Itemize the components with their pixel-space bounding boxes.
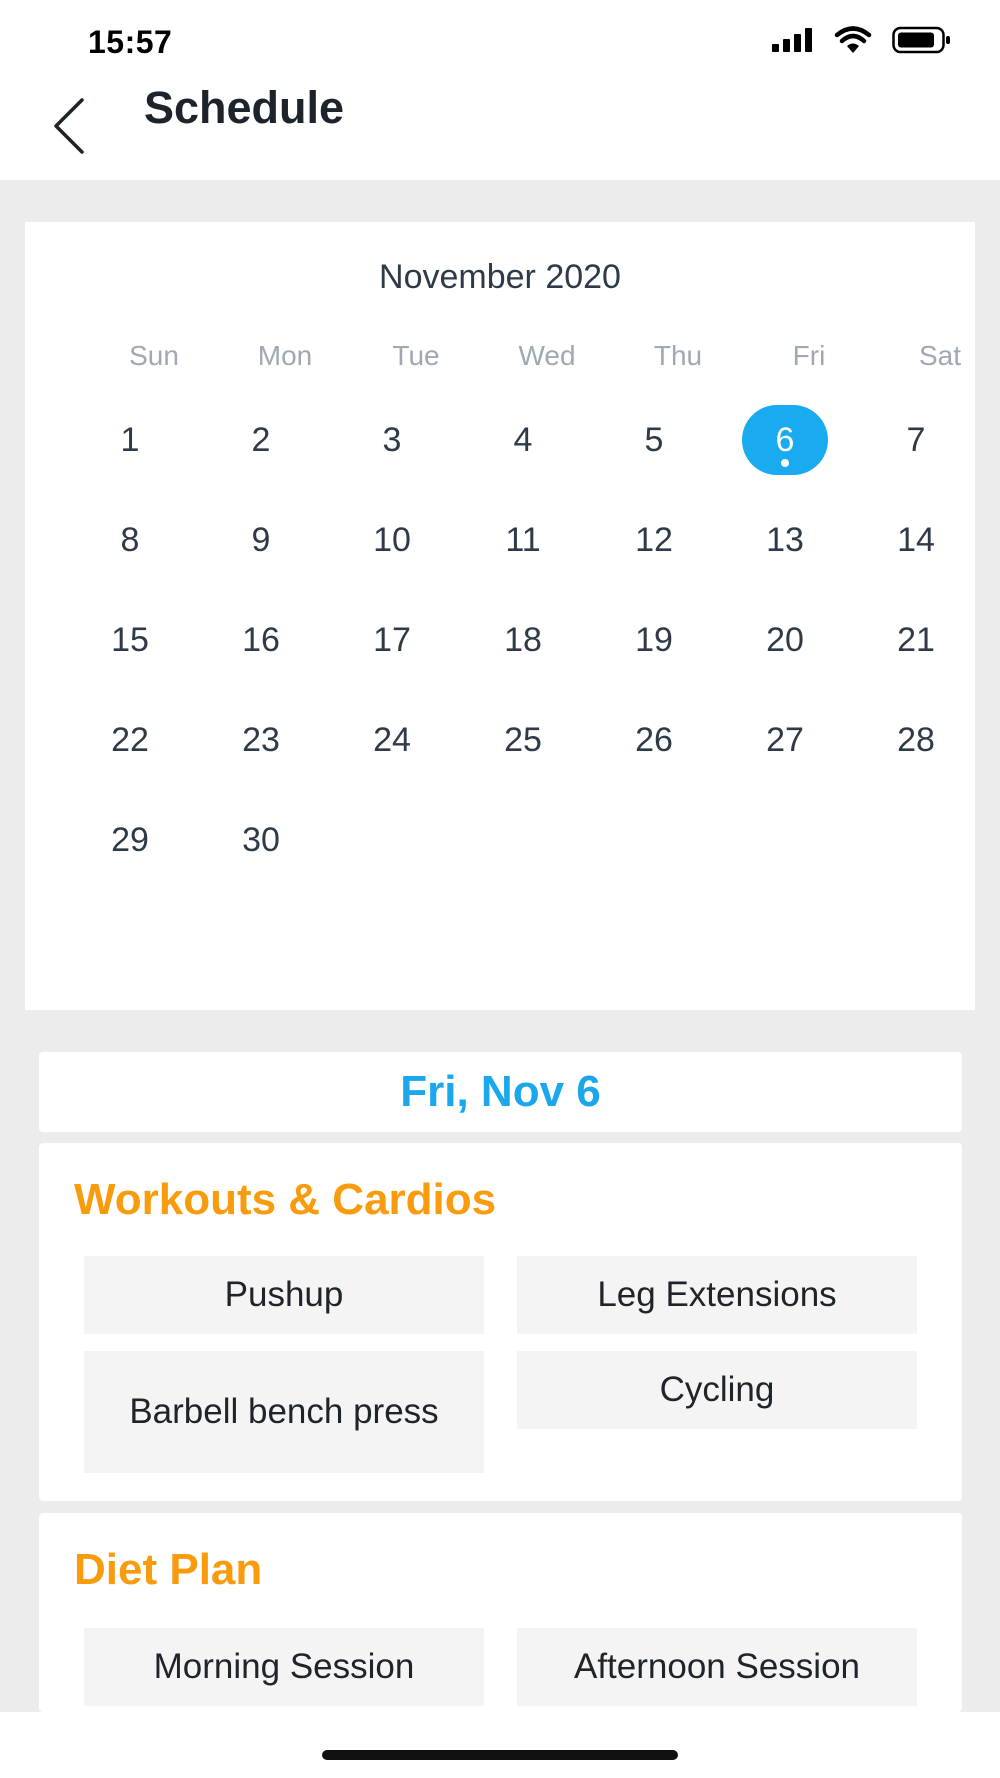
page-title: Schedule bbox=[144, 82, 345, 133]
calendar-day-14[interactable]: 14 bbox=[873, 505, 959, 575]
calendar-day-1[interactable]: 1 bbox=[87, 405, 173, 475]
calendar-day-8[interactable]: 8 bbox=[87, 505, 173, 575]
calendar-day-28[interactable]: 28 bbox=[873, 705, 959, 775]
status-time: 15:57 bbox=[88, 24, 173, 60]
event-dot-indicator bbox=[781, 459, 789, 467]
calendar-day-17[interactable]: 17 bbox=[349, 605, 435, 675]
selected-date-card: Fri, Nov 6 bbox=[39, 1052, 962, 1132]
calendar-day-11[interactable]: 11 bbox=[480, 505, 566, 575]
calendar-day-15[interactable]: 15 bbox=[87, 605, 173, 675]
diet-section: Diet Plan Morning Session Afternoon Sess… bbox=[39, 1513, 962, 1712]
calendar-day-12[interactable]: 12 bbox=[611, 505, 697, 575]
calendar: November 2020 Sun Mon Tue Wed Thu Fri Sat 1234… bbox=[25, 222, 975, 1010]
diet-item-afternoon-session[interactable]: Afternoon Session bbox=[517, 1628, 917, 1706]
calendar-day-30[interactable]: 30 bbox=[218, 805, 304, 875]
battery-icon bbox=[892, 26, 952, 59]
calendar-day-4[interactable]: 4 bbox=[480, 405, 566, 475]
home-indicator-area bbox=[0, 1712, 1000, 1778]
calendar-day-7[interactable]: 7 bbox=[873, 405, 959, 475]
calendar-day-6[interactable]: 6 bbox=[742, 405, 828, 475]
workout-item-barbell-bench-press[interactable]: Barbell bench press bbox=[84, 1351, 484, 1473]
workout-item-cycling[interactable]: Cycling bbox=[517, 1351, 917, 1429]
calendar-day-3[interactable]: 3 bbox=[349, 405, 435, 475]
calendar-day-9[interactable]: 9 bbox=[218, 505, 304, 575]
calendar-day-13[interactable]: 13 bbox=[742, 505, 828, 575]
calendar-day-24[interactable]: 24 bbox=[349, 705, 435, 775]
calendar-day-29[interactable]: 29 bbox=[87, 805, 173, 875]
calendar-day-10[interactable]: 10 bbox=[349, 505, 435, 575]
calendar-day-16[interactable]: 16 bbox=[218, 605, 304, 675]
calendar-day-2[interactable]: 2 bbox=[218, 405, 304, 475]
workouts-section-title: Workouts & Cardios bbox=[74, 1175, 497, 1224]
calendar-day-27[interactable]: 27 bbox=[742, 705, 828, 775]
calendar-day-26[interactable]: 26 bbox=[611, 705, 697, 775]
home-indicator[interactable] bbox=[322, 1750, 678, 1760]
diet-item-morning-session[interactable]: Morning Session bbox=[84, 1628, 484, 1706]
calendar-day-20[interactable]: 20 bbox=[742, 605, 828, 675]
workout-item-pushup[interactable]: Pushup bbox=[84, 1256, 484, 1334]
wifi-icon bbox=[834, 26, 872, 59]
cellular-signal-icon bbox=[772, 28, 814, 57]
calendar-day-21[interactable]: 21 bbox=[873, 605, 959, 675]
status-bar: 15:57 bbox=[0, 0, 1000, 80]
selected-date-label: Fri, Nov 6 bbox=[400, 1067, 601, 1116]
workout-item-leg-extensions[interactable]: Leg Extensions bbox=[517, 1256, 917, 1334]
calendar-day-22[interactable]: 22 bbox=[87, 705, 173, 775]
back-button[interactable] bbox=[40, 86, 100, 170]
diet-section-title: Diet Plan bbox=[74, 1545, 263, 1594]
calendar-day-23[interactable]: 23 bbox=[218, 705, 304, 775]
calendar-day-25[interactable]: 25 bbox=[480, 705, 566, 775]
calendar-day-19[interactable]: 19 bbox=[611, 605, 697, 675]
calendar-day-5[interactable]: 5 bbox=[611, 405, 697, 475]
calendar-days-grid: 1 2 3 4 5 6 7 8 9 10 11 12 13 14 15 16 17 18 19 20 21 22 23 24 2… bbox=[25, 222, 975, 1010]
chevron-left-icon bbox=[50, 96, 90, 161]
status-icons bbox=[772, 26, 952, 59]
workouts-section: Workouts & Cardios Pushup Leg Extensions… bbox=[39, 1143, 962, 1501]
calendar-day-18[interactable]: 18 bbox=[480, 605, 566, 675]
